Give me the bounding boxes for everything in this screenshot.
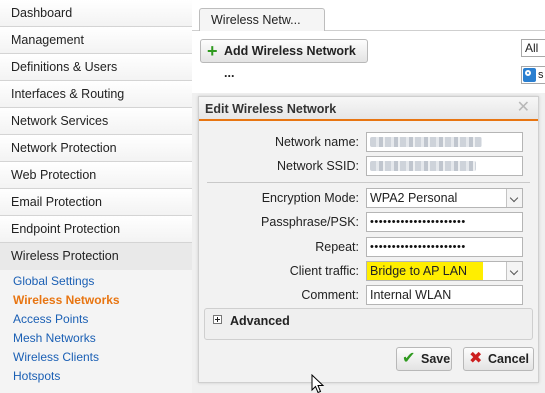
subnav-mesh-networks[interactable]: Mesh Networks <box>0 329 192 348</box>
advanced-section[interactable]: Advanced <box>204 308 533 340</box>
encryption-mode-label: Encryption Mode: <box>261 191 359 205</box>
subnav-wireless-networks[interactable]: Wireless Networks <box>0 291 192 310</box>
advanced-label: Advanced <box>230 314 290 328</box>
sidebar: Dashboard Management Definitions & Users… <box>0 0 192 393</box>
redacted-text <box>370 137 482 147</box>
repeat-label: Repeat: <box>315 240 359 254</box>
check-icon: ✔ <box>402 350 416 367</box>
cancel-label: Cancel <box>488 352 529 366</box>
comment-field[interactable]: Internal WLAN <box>366 285 523 305</box>
encryption-mode-select[interactable]: WPA2 Personal <box>366 188 523 208</box>
passphrase-label: Passphrase/PSK: <box>261 215 359 229</box>
network-name-field[interactable] <box>366 132 523 152</box>
tab-strip: Wireless Netw... <box>192 0 545 32</box>
search-icon <box>523 68 536 82</box>
edit-wireless-network-dialog: Edit Wireless Network ✕ Network name: Ne… <box>198 96 539 383</box>
wireless-protection-subnav: Global Settings Wireless Networks Access… <box>0 270 192 393</box>
close-icon[interactable]: ✕ <box>517 99 530 117</box>
comment-label: Comment: <box>301 288 359 302</box>
nav-item-interfaces-routing[interactable]: Interfaces & Routing <box>0 81 192 108</box>
divider <box>207 182 530 183</box>
network-ssid-field[interactable] <box>366 156 523 176</box>
mouse-cursor-icon <box>311 374 325 393</box>
nav-item-endpoint-protection[interactable]: Endpoint Protection <box>0 216 192 243</box>
plus-icon: + <box>207 41 218 61</box>
add-wireless-network-label: Add Wireless Network ... <box>224 44 356 80</box>
client-traffic-select[interactable]: Bridge to AP LAN <box>366 261 523 281</box>
redacted-text <box>370 161 476 171</box>
save-label: Save <box>421 352 451 366</box>
search-text: s <box>538 69 544 81</box>
toolbar: + Add Wireless Network ... All s <box>192 31 545 93</box>
cancel-button[interactable]: ✖ Cancel <box>463 347 534 371</box>
dialog-header: Edit Wireless Network ✕ <box>199 97 538 121</box>
chevron-down-icon[interactable] <box>506 262 522 280</box>
nav-item-network-services[interactable]: Network Services <box>0 108 192 135</box>
nav-item-definitions-users[interactable]: Definitions & Users <box>0 54 192 81</box>
nav-item-wireless-protection[interactable]: Wireless Protection <box>0 243 192 270</box>
subnav-hotspots[interactable]: Hotspots <box>0 367 192 386</box>
network-ssid-label: Network SSID: <box>277 159 359 173</box>
nav-item-web-protection[interactable]: Web Protection <box>0 162 192 189</box>
nav-item-network-protection[interactable]: Network Protection <box>0 135 192 162</box>
dialog-title: Edit Wireless Network <box>205 102 337 116</box>
nav-item-email-protection[interactable]: Email Protection <box>0 189 192 216</box>
client-traffic-value: Bridge to AP LAN <box>367 262 484 280</box>
add-wireless-network-button[interactable]: + Add Wireless Network ... <box>200 39 368 80</box>
encryption-mode-value: WPA2 Personal <box>370 191 458 205</box>
subnav-wireless-clients[interactable]: Wireless Clients <box>0 348 192 367</box>
nav-item-dashboard[interactable]: Dashboard <box>0 0 192 27</box>
subnav-access-points[interactable]: Access Points <box>0 310 192 329</box>
network-name-label: Network name: <box>274 135 359 149</box>
x-icon: ✖ <box>469 350 483 367</box>
chevron-down-icon[interactable] <box>506 189 522 207</box>
expand-plus-icon[interactable] <box>213 315 222 324</box>
nav-item-management[interactable]: Management <box>0 27 192 54</box>
tab-wireless-networks[interactable]: Wireless Netw... <box>199 8 325 32</box>
search-input[interactable]: s <box>521 66 545 84</box>
subnav-global-settings[interactable]: Global Settings <box>0 272 192 291</box>
repeat-passphrase-field[interactable]: •••••••••••••••••••••• <box>366 237 523 257</box>
passphrase-field[interactable]: •••••••••••••••••••••• <box>366 212 523 232</box>
save-button[interactable]: ✔ Save <box>396 347 452 371</box>
client-traffic-label: Client traffic: <box>289 264 359 278</box>
filter-select[interactable]: All <box>521 39 545 57</box>
